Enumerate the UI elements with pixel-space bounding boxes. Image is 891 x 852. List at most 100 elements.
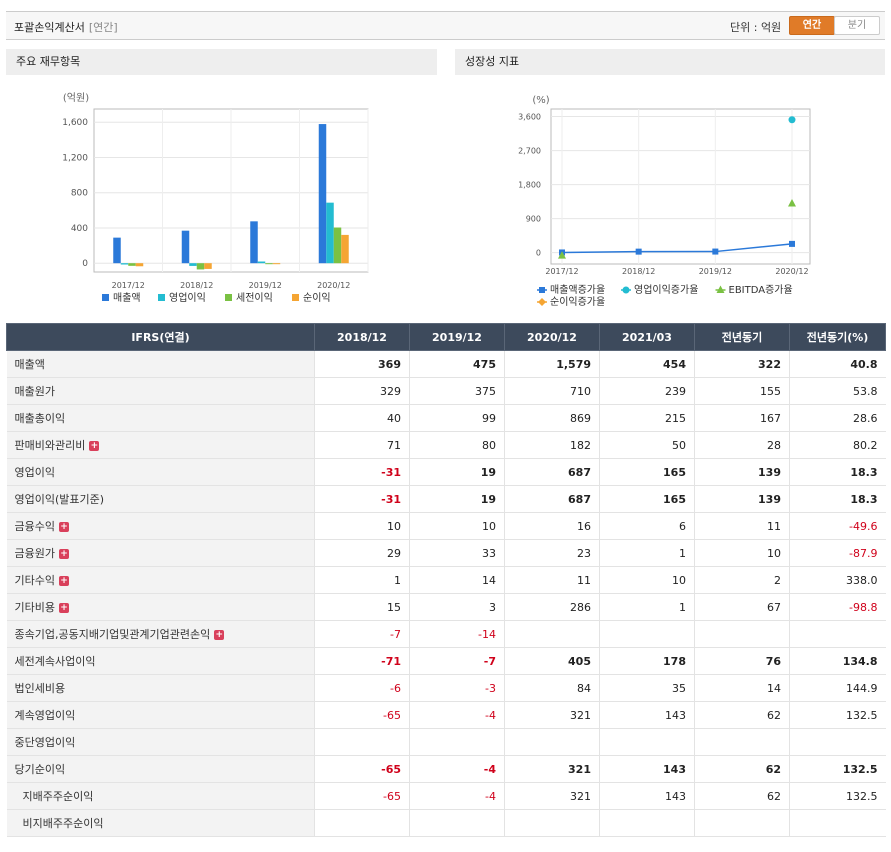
legend-swatch (225, 294, 232, 301)
row-label: 금융원가 (14, 547, 55, 560)
table-cell: 322 (694, 350, 790, 378)
point-2-4 (788, 116, 796, 124)
table-cell: 375 (409, 377, 505, 405)
expand-plus-icon[interactable]: + (214, 630, 225, 640)
x-tick-label: 2017/12 (112, 281, 145, 290)
bar-1-3 (250, 221, 258, 264)
table-cell (409, 728, 505, 756)
y-unit-label: (억원) (63, 92, 89, 104)
expand-plus-icon[interactable]: + (58, 603, 69, 613)
statement-title-text: 포괄손익계산서 (14, 21, 85, 34)
y-tick-label: 1,200 (62, 153, 88, 163)
bar-2-1 (120, 263, 129, 265)
table-cell: 19 (409, 485, 505, 513)
table-cell: -98.8 (789, 593, 886, 621)
row-label-cell: 중단영업이익 (6, 728, 315, 756)
table-row: 매출총이익 40 99 869 215 167 28.6 (6, 404, 886, 432)
table-cell: -31 (314, 485, 410, 513)
legend-swatch (292, 294, 299, 301)
row-label-cell: 영업이익(발표기준) (6, 485, 315, 513)
panel-title-growth: 성장성 지표 (455, 49, 885, 75)
bar-4-3 (272, 263, 281, 265)
row-label: 지배주주순이익 (22, 790, 94, 803)
table-row: 당기순이익 -65 -4 321 143 62 132.5 (6, 755, 886, 783)
table-row: 비지배주주순이익 (6, 809, 886, 837)
table-cell: 165 (599, 458, 695, 486)
bar-3-2 (196, 263, 205, 270)
table-cell: 369 (314, 350, 410, 378)
row-label-cell[interactable]: 기타수익 + (6, 566, 315, 594)
row-label-cell[interactable]: 기타비용 + (6, 593, 315, 621)
y-tick-label: 3,600 (518, 113, 541, 122)
table-cell: 687 (504, 458, 600, 486)
table-cell: 14 (409, 566, 505, 594)
row-label-cell: 지배주주순이익 (6, 782, 315, 810)
row-label: 비지배주주순이익 (22, 817, 104, 830)
row-label: 금융수익 (14, 520, 55, 533)
table-cell: 23 (504, 539, 600, 567)
table-cell: 132.5 (789, 701, 886, 729)
table-cell: 76 (694, 647, 790, 675)
legend-label: 영업이익 (169, 291, 206, 304)
table-row: 기타수익 +1 14 11 10 2 338.0 (6, 566, 886, 594)
table-cell: 15 (314, 593, 410, 621)
row-label-cell: 매출총이익 (6, 404, 315, 432)
table-cell: 40 (314, 404, 410, 432)
table-cell: 182 (504, 431, 600, 459)
expand-plus-icon[interactable]: + (58, 522, 69, 532)
table-cell: -7 (409, 647, 505, 675)
row-label-cell[interactable]: 금융원가 + (6, 539, 315, 567)
expand-plus-icon[interactable]: + (58, 549, 69, 559)
table-cell: 35 (599, 674, 695, 702)
table-cell: 338.0 (789, 566, 886, 594)
y-tick-label: 0 (536, 249, 541, 258)
table-cell: 99 (409, 404, 505, 432)
table-cell: 132.5 (789, 782, 886, 810)
legend-label: 영업이익증가율 (634, 283, 698, 296)
column-header: 전년동기(%) (789, 323, 886, 351)
table-cell: 50 (599, 431, 695, 459)
y-tick-label: 900 (526, 215, 541, 224)
row-label-cell[interactable]: 금융수익 + (6, 512, 315, 540)
tab-annual-button[interactable]: 연간 (789, 16, 835, 35)
column-header: 2020/12 (504, 323, 600, 351)
column-header: 2019/12 (409, 323, 505, 351)
legend-marker (539, 287, 545, 293)
table-cell: -3 (409, 674, 505, 702)
table-row: 영업이익(발표기준) -31 19 687 165 139 18.3 (6, 485, 886, 513)
table-cell: 321 (504, 755, 600, 783)
legend-label: EBITDA증가율 (729, 284, 793, 296)
table-cell: 19 (409, 458, 505, 486)
table-cell: -4 (409, 755, 505, 783)
table-cell: 80 (409, 431, 505, 459)
table-cell: -14 (409, 620, 505, 648)
table-cell: 239 (599, 377, 695, 405)
expand-plus-icon[interactable]: + (58, 576, 69, 586)
table-cell: 710 (504, 377, 600, 405)
expand-plus-icon[interactable]: + (89, 441, 100, 451)
tab-quarter-button[interactable]: 분기 (834, 16, 880, 35)
table-cell: 165 (599, 485, 695, 513)
column-header: IFRS(연결) (6, 323, 315, 351)
table-cell: 62 (694, 701, 790, 729)
table-cell: 11 (504, 566, 600, 594)
table-cell: -65 (314, 782, 410, 810)
bar-3-4 (333, 227, 342, 264)
table-cell: 454 (599, 350, 695, 378)
row-label: 기타비용 (14, 601, 55, 614)
bar-2-2 (189, 263, 197, 266)
table-cell: 869 (504, 404, 600, 432)
row-label-cell[interactable]: 종속기업,공동지배기업및관계기업관련손익 + (6, 620, 315, 648)
row-label-cell: 매출원가 (6, 377, 315, 405)
x-tick-label: 2019/12 (699, 267, 732, 276)
table-row: 계속영업이익 -65 -4 321 143 62 132.5 (6, 701, 886, 729)
period-label: [연간] (88, 21, 118, 34)
legend-swatch (102, 294, 109, 301)
legend-label: 순이익증가율 (550, 296, 605, 308)
table-cell: -4 (409, 782, 505, 810)
table-cell: -7 (314, 620, 410, 648)
table-cell: 53.8 (789, 377, 886, 405)
table-cell: 11 (694, 512, 790, 540)
table-cell: 6 (599, 512, 695, 540)
row-label-cell[interactable]: 판매비와관리비 + (6, 431, 315, 459)
